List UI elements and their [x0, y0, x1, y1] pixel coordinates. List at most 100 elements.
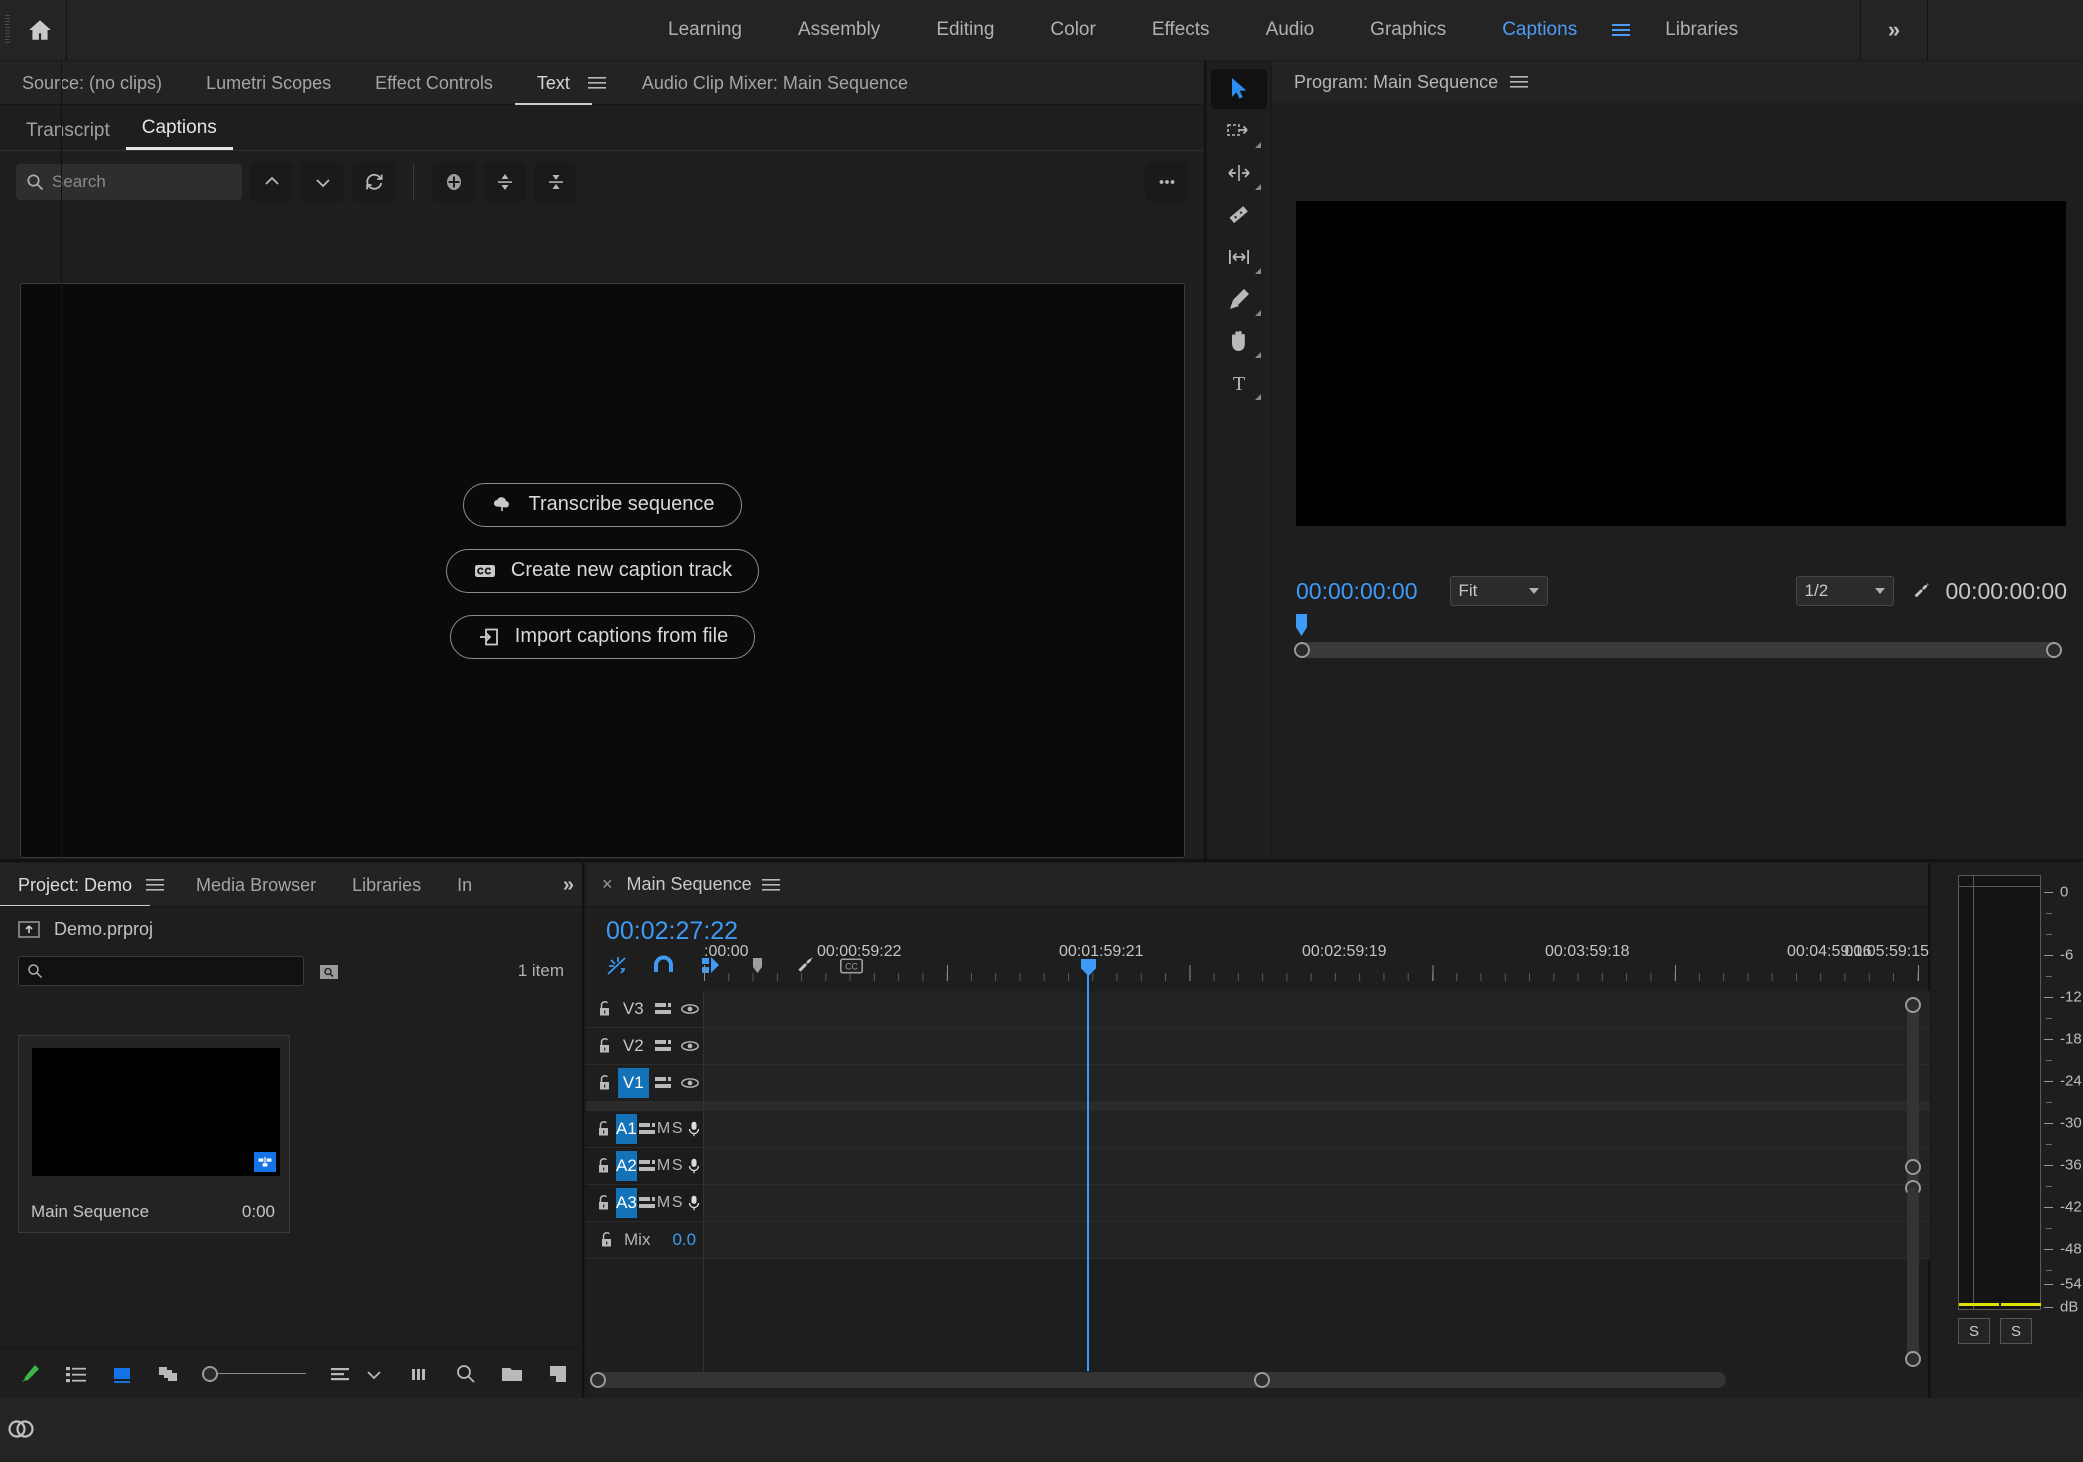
workspace-tab-captions[interactable]: Captions	[1474, 0, 1605, 60]
track-header-v1[interactable]: V1	[586, 1065, 704, 1102]
search-input-wrapper[interactable]	[16, 164, 242, 200]
track-lane-v1[interactable]	[704, 1065, 1930, 1102]
track-header-v3[interactable]: V3	[586, 991, 704, 1028]
creative-cloud-icon[interactable]	[6, 1414, 36, 1444]
sync-lock-icon[interactable]	[649, 1037, 677, 1055]
track-select-forward-tool[interactable]	[1211, 111, 1267, 151]
project-panel-menu-icon[interactable]	[142, 878, 178, 892]
timeline-tab-label[interactable]: Main Sequence	[627, 874, 752, 895]
project-search-input[interactable]	[18, 956, 304, 986]
track-lane-v2[interactable]	[704, 1028, 1930, 1065]
thumbnail-zoom-slider[interactable]	[202, 1366, 306, 1382]
automate-to-sequence-icon[interactable]	[408, 1362, 432, 1386]
track-name-a3[interactable]: A3	[616, 1188, 637, 1218]
program-scrubber[interactable]	[1296, 614, 2061, 664]
new-bin-icon[interactable]	[500, 1362, 524, 1386]
tab-text[interactable]: Text	[515, 61, 592, 105]
razor-tool[interactable]	[1211, 195, 1267, 235]
pen-tool[interactable]	[1211, 279, 1267, 319]
workspace-tab-learning[interactable]: Learning	[640, 0, 770, 60]
track-name-a2[interactable]: A2	[616, 1151, 637, 1181]
close-icon[interactable]: ×	[602, 874, 613, 895]
nest-sequence-icon[interactable]	[604, 953, 629, 978]
track-name-v2[interactable]: V2	[618, 1031, 649, 1061]
mute-track-button-a2[interactable]: M	[657, 1157, 671, 1175]
track-name-v3[interactable]: V3	[618, 994, 649, 1024]
track-lane-a3[interactable]	[704, 1185, 1930, 1222]
sync-lock-icon[interactable]	[637, 1157, 657, 1175]
find-in-bin-icon[interactable]	[318, 961, 340, 981]
solo-track-button-a1[interactable]: S	[670, 1120, 684, 1138]
timeline-playhead[interactable]	[1087, 959, 1089, 1371]
workspace-tab-editing[interactable]: Editing	[908, 0, 1022, 60]
audio-meter-clip-row[interactable]	[1958, 875, 2041, 887]
program-monitor-menu-icon[interactable]	[1506, 75, 1542, 89]
search-input[interactable]	[52, 172, 232, 192]
sync-lock-icon[interactable]	[649, 1074, 677, 1092]
refresh-icon[interactable]	[352, 162, 395, 202]
microphone-icon[interactable]	[684, 1120, 704, 1138]
toggle-track-output-icon[interactable]	[676, 1037, 704, 1055]
tab-lumetri-scopes[interactable]: Lumetri Scopes	[184, 61, 353, 105]
timeline-horizontal-scrollbar[interactable]	[590, 1372, 1920, 1388]
more-options-icon[interactable]	[1145, 162, 1188, 202]
toggle-track-output-icon[interactable]	[676, 1000, 704, 1018]
microphone-icon[interactable]	[684, 1157, 704, 1175]
track-name-v1[interactable]: V1	[618, 1068, 649, 1098]
solo-track-button-a3[interactable]: S	[670, 1194, 684, 1212]
new-item-icon[interactable]	[546, 1362, 570, 1386]
hscroll-handle-right[interactable]	[1254, 1372, 1270, 1388]
mix-track-value[interactable]: 0.0	[672, 1230, 696, 1250]
program-zoom-handle-right[interactable]	[2046, 642, 2062, 658]
transcribe-sequence-button[interactable]: Transcribe sequence	[463, 483, 741, 527]
lock-icon[interactable]	[596, 1194, 612, 1212]
timeline-playhead-timecode[interactable]: 00:02:27:22	[606, 917, 738, 946]
tab-source[interactable]: Source: (no clips)	[0, 61, 184, 105]
track-lane-a2[interactable]	[704, 1148, 1930, 1185]
subtab-transcript[interactable]: Transcript	[10, 120, 126, 150]
tab-project-demo[interactable]: Project: Demo	[0, 863, 150, 907]
solo-button-left[interactable]: S	[1958, 1318, 1990, 1344]
sync-lock-icon[interactable]	[637, 1194, 657, 1212]
program-zoom-handle-left[interactable]	[1294, 642, 1310, 658]
vscroll-handle-mid[interactable]	[1905, 1159, 1921, 1175]
track-header-a2[interactable]: A2 M S	[586, 1148, 704, 1185]
tab-audio-clip-mixer[interactable]: Audio Clip Mixer: Main Sequence	[620, 61, 930, 105]
lock-icon[interactable]	[596, 1157, 612, 1175]
wrench-icon[interactable]	[1908, 579, 1932, 603]
workspace-tab-audio[interactable]: Audio	[1238, 0, 1343, 60]
track-lane-v3[interactable]	[704, 991, 1930, 1028]
vscroll-handle-top[interactable]	[1905, 997, 1921, 1013]
merge-caption-icon[interactable]	[534, 162, 577, 202]
add-caption-icon[interactable]	[432, 162, 475, 202]
tab-libraries[interactable]: Libraries	[334, 863, 439, 907]
solo-track-button-a2[interactable]: S	[670, 1157, 684, 1175]
workspace-overflow-icon[interactable]: »	[1862, 0, 1926, 60]
workspace-menu-icon[interactable]	[1605, 22, 1637, 38]
home-icon[interactable]	[14, 0, 66, 60]
list-view-icon[interactable]	[64, 1362, 88, 1386]
program-monitor-video[interactable]	[1296, 201, 2066, 526]
timeline-vertical-scrollbar[interactable]	[1906, 997, 1920, 1367]
workspace-tab-graphics[interactable]: Graphics	[1342, 0, 1474, 60]
playback-resolution-select[interactable]: 1/2	[1796, 576, 1894, 606]
workspace-tab-effects[interactable]: Effects	[1124, 0, 1238, 60]
hand-tool[interactable]	[1211, 321, 1267, 361]
program-playhead-marker[interactable]	[1296, 614, 1307, 636]
lock-icon[interactable]	[596, 1120, 612, 1138]
workspace-tab-libraries[interactable]: Libraries	[1637, 0, 1766, 60]
vscroll-handle-bottom[interactable]	[1905, 1351, 1921, 1367]
find-icon[interactable]	[454, 1362, 478, 1386]
icon-view-icon[interactable]	[110, 1362, 134, 1386]
create-caption-track-button[interactable]: Create new caption track	[446, 549, 759, 593]
snap-magnet-icon[interactable]	[651, 953, 676, 978]
slip-tool[interactable]	[1211, 237, 1267, 277]
text-panel-menu-icon[interactable]	[584, 76, 620, 90]
sort-icon[interactable]	[328, 1362, 352, 1386]
hscroll-handle-left[interactable]	[590, 1372, 606, 1388]
track-header-mix[interactable]: Mix 0.0	[586, 1222, 704, 1259]
lock-icon[interactable]	[596, 1037, 614, 1055]
track-header-a3[interactable]: A3 M S	[586, 1185, 704, 1222]
new-item-pen-icon[interactable]	[18, 1362, 42, 1386]
lock-icon[interactable]	[596, 1231, 618, 1249]
